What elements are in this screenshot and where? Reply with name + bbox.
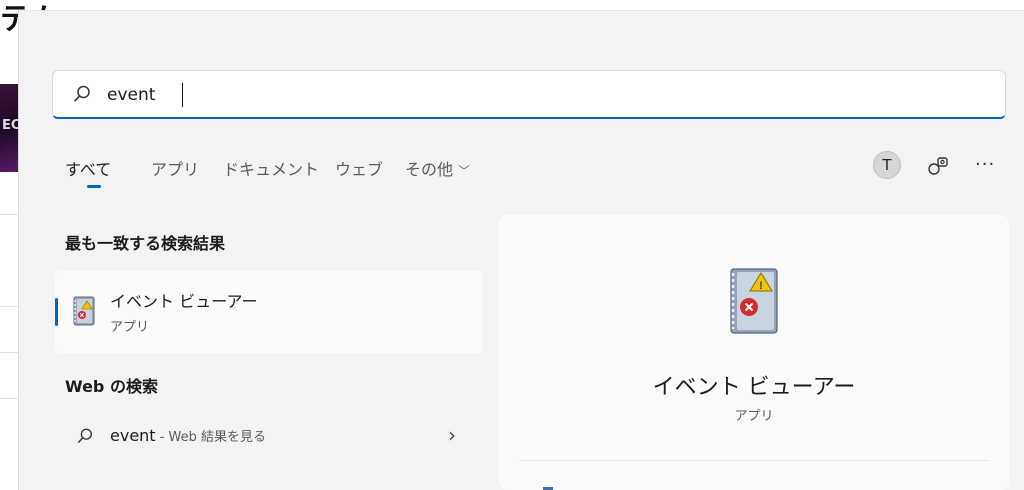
chevron-right-icon: › [448,423,456,447]
selection-indicator [55,298,58,326]
chevron-down-icon: ﹀ [458,164,471,178]
background-divider [0,306,18,307]
background-divider [0,398,18,399]
result-detail-pane: ! イベント ビューアー アプリ [499,215,1009,490]
web-search-term: event [110,426,156,445]
web-search-suffix: - Web 結果を見る [155,430,267,445]
best-match-result[interactable]: イベント ビューアー アプリ [55,271,483,353]
event-viewer-icon [73,296,95,326]
user-avatar[interactable]: T [873,151,901,179]
background-thumbnail: EC [0,84,20,172]
text-caret [182,83,183,107]
result-app-name: イベント ビューアー [110,292,258,311]
search-flyout: すべて アプリ ドキュメント ウェブ その他 ﹀ T ··· 最も一致する検索結果… [18,10,1024,490]
active-tab-indicator [87,185,101,188]
background-divider [0,352,18,353]
tab-more[interactable]: その他 ﹀ [405,156,470,180]
detail-app-name: イベント ビューアー [652,375,856,400]
detail-divider [519,460,989,461]
search-input[interactable] [105,79,969,111]
search-icon [77,428,92,443]
more-options-icon[interactable]: ··· [975,154,995,175]
tab-documents[interactable]: ドキュメント [223,156,319,180]
detail-app-type: アプリ [734,409,774,424]
tab-web[interactable]: ウェブ [335,156,383,180]
search-box[interactable] [52,70,1006,119]
background-divider [0,214,18,215]
web-search-heading: Web の検索 [65,377,158,396]
svg-text:!: ! [759,280,763,292]
rewards-icon[interactable] [926,154,950,178]
best-match-heading: 最も一致する検索結果 [65,234,226,253]
search-icon [74,85,90,102]
web-search-result[interactable]: event - Web 結果を見る › [55,415,483,455]
event-viewer-icon: ! [730,268,778,334]
tab-all[interactable]: すべて [65,156,111,180]
web-search-query: event - Web 結果を見る [110,426,266,445]
tab-more-label: その他 [405,160,454,179]
result-app-type: アプリ [110,320,150,335]
tab-apps[interactable]: アプリ [151,156,199,180]
